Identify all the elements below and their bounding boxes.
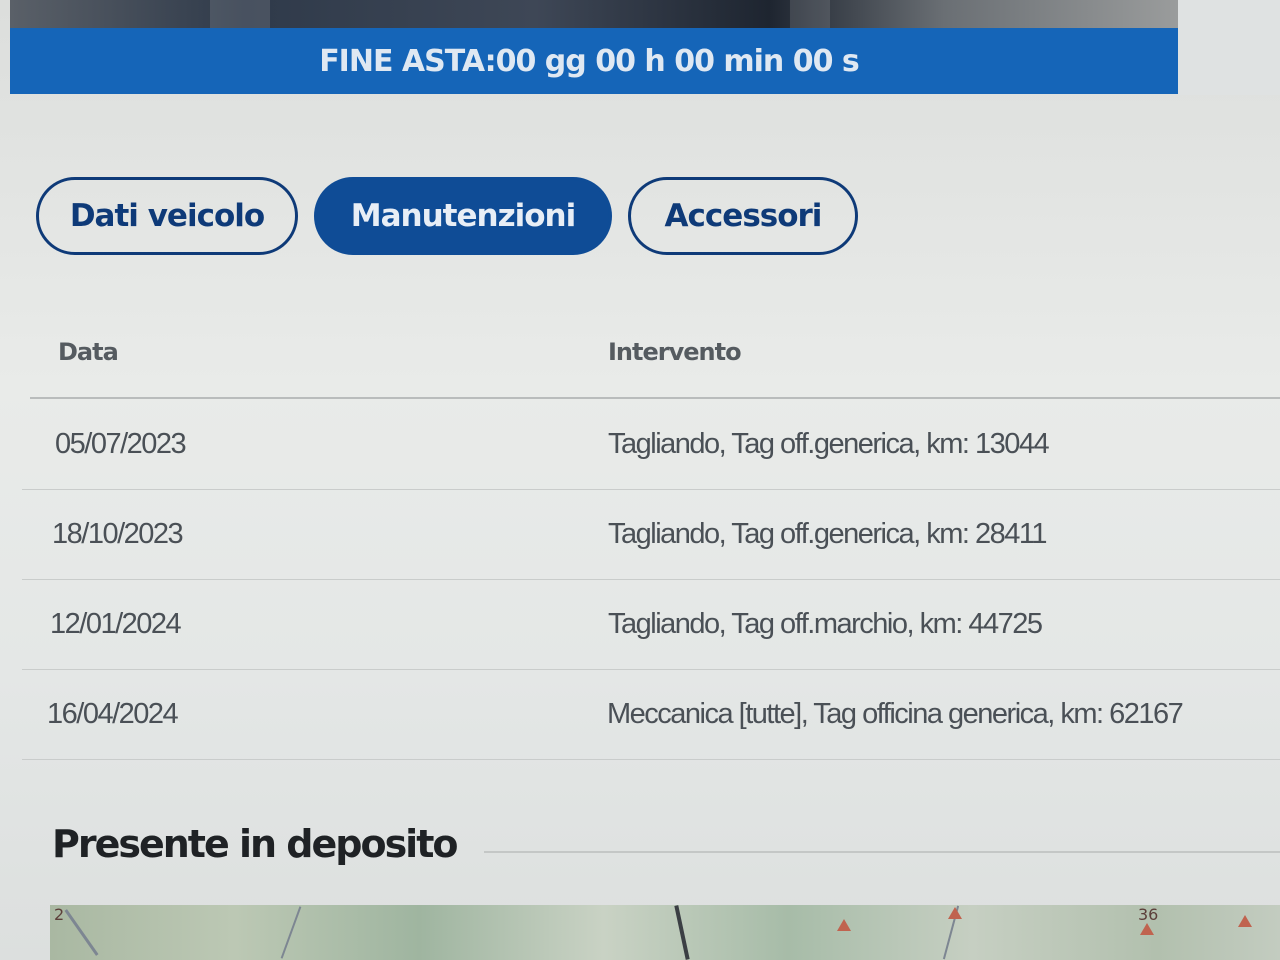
map-road <box>674 905 690 960</box>
table-row: 18/10/2023 Tagliando, Tag off.generica, … <box>0 490 1280 580</box>
photo-highlight <box>790 0 830 28</box>
page-margin <box>1178 0 1280 95</box>
row-divider <box>22 759 1280 760</box>
map-peak-icon <box>1238 915 1252 927</box>
header-divider <box>30 397 1280 399</box>
location-map[interactable]: 2 36 <box>50 905 1280 960</box>
map-label: 2 <box>54 905 65 924</box>
tab-accessori[interactable]: Accessori <box>628 177 858 255</box>
map-label: 36 <box>1138 905 1159 924</box>
row-date: 16/04/2024 <box>47 698 179 730</box>
map-road <box>280 906 302 959</box>
row-date: 18/10/2023 <box>52 518 184 550</box>
table-row: 05/07/2023 Tagliando, Tag off.generica, … <box>0 400 1280 490</box>
tab-dati-veicolo[interactable]: Dati veicolo <box>36 177 298 255</box>
column-header-intervento: Intervento <box>608 338 742 366</box>
row-intervento: Tagliando, Tag off.generica, km: 28411 <box>608 518 1047 550</box>
row-date: 12/01/2024 <box>50 608 182 640</box>
section-divider <box>484 851 1280 853</box>
map-road <box>64 909 99 956</box>
vehicle-photo <box>10 0 1178 28</box>
auction-timer-text: FINE ASTA:00 gg 00 h 00 min 00 s <box>319 43 860 79</box>
column-header-data: Data <box>58 338 119 366</box>
table-row: 12/01/2024 Tagliando, Tag off.marchio, k… <box>0 580 1280 670</box>
row-intervento: Tagliando, Tag off.marchio, km: 44725 <box>608 608 1043 640</box>
table-row: 16/04/2024 Meccanica [tutte], Tag offici… <box>0 670 1280 760</box>
map-peak-icon <box>837 919 851 931</box>
map-peak-icon <box>948 907 962 919</box>
row-date: 05/07/2023 <box>55 428 187 460</box>
table-header: Data Intervento <box>0 300 1280 400</box>
row-intervento: Meccanica [tutte], Tag officina generica… <box>607 698 1184 730</box>
row-intervento: Tagliando, Tag off.generica, km: 13044 <box>608 428 1050 460</box>
page: FINE ASTA:00 gg 00 h 00 min 00 s Dati ve… <box>0 0 1280 960</box>
section-title-deposito: Presente in deposito <box>52 822 458 866</box>
map-peak-icon <box>1140 923 1154 935</box>
auction-timer-bar: FINE ASTA:00 gg 00 h 00 min 00 s <box>10 28 1178 94</box>
photo-highlight <box>210 0 270 28</box>
tab-manutenzioni[interactable]: Manutenzioni <box>314 177 612 255</box>
